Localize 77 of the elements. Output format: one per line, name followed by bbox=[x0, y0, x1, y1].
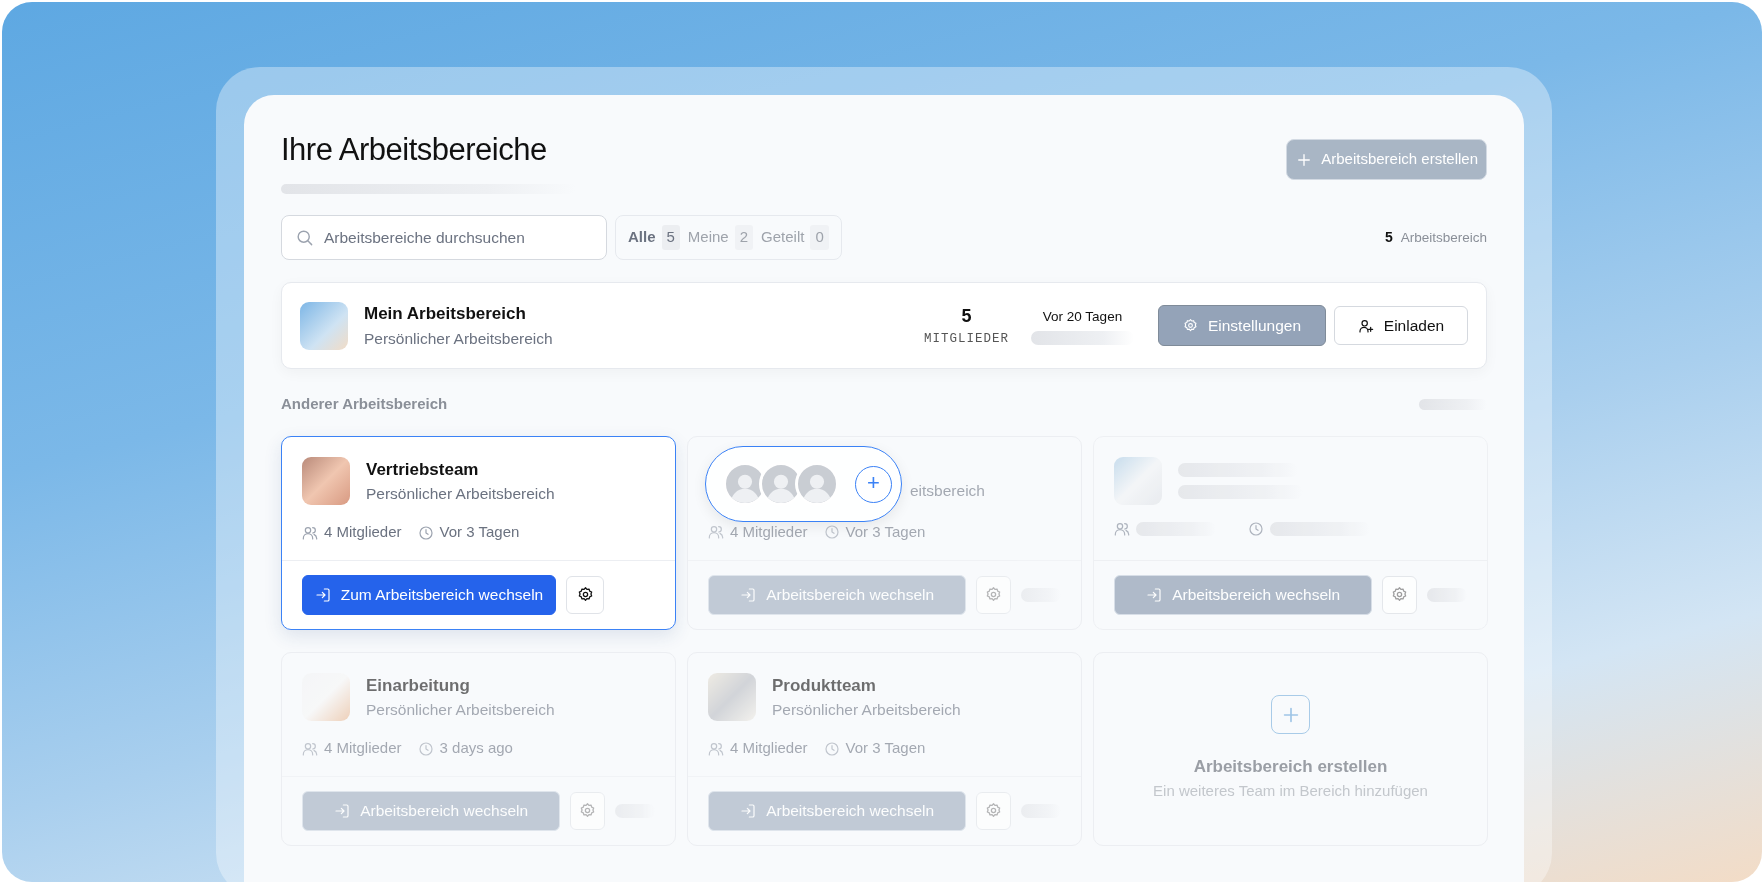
last-updated: 3 days ago bbox=[439, 738, 513, 759]
workspace-card[interactable]: Einarbeitung Persönlicher Arbeitsbereich 4 Mitglieder 3 days ago Arbeitsbereich wechseln bbox=[281, 651, 676, 846]
clock-icon bbox=[417, 524, 434, 541]
last-updated: Vor 20 Tagen bbox=[1042, 307, 1123, 326]
settings-icon bbox=[984, 586, 1002, 604]
switch-workspace-button[interactable]: Arbeitsbereich wechseln bbox=[708, 790, 967, 831]
tab-label: Alle bbox=[628, 227, 656, 248]
clock-icon bbox=[417, 740, 434, 757]
create-title: Arbeitsbereich erstellen bbox=[1193, 756, 1388, 779]
clock-icon bbox=[823, 523, 840, 540]
member-count: 5 bbox=[961, 304, 972, 328]
filter-tab[interactable]: Geteilt 0 bbox=[761, 225, 829, 250]
tab-label: Geteilt bbox=[761, 227, 805, 248]
clock-icon bbox=[823, 740, 840, 757]
enter-icon bbox=[740, 802, 757, 819]
add-member-button[interactable]: + bbox=[855, 465, 892, 503]
settings-button[interactable] bbox=[566, 575, 604, 614]
workspace-count-label: Arbeitsbereich bbox=[1400, 228, 1487, 247]
switch-workspace-button[interactable]: Arbeitsbereich wechseln bbox=[1114, 574, 1373, 615]
filter-tab[interactable]: Meine 2 bbox=[687, 225, 754, 250]
settings-icon bbox=[576, 586, 594, 604]
create-workspace-button[interactable]: Arbeitsbereich erstellen bbox=[1286, 139, 1487, 180]
settings-icon bbox=[578, 802, 596, 820]
section-title: Anderer Arbeitsbereich bbox=[281, 394, 448, 415]
enter-icon bbox=[314, 586, 331, 603]
settings-icon bbox=[1390, 586, 1408, 604]
clock-icon bbox=[1248, 520, 1264, 537]
workspace-title: Vertriebsteam bbox=[366, 458, 480, 481]
photo-placeholder bbox=[302, 673, 350, 722]
member-count: 4 Mitglieder bbox=[730, 521, 808, 542]
workspace-subtitle: Persönlicher Arbeitsbereich bbox=[366, 700, 555, 721]
last-updated: Vor 3 Tagen bbox=[845, 738, 926, 759]
workspace-subtitle: Persönlicher Arbeitsbereich bbox=[366, 484, 555, 505]
workspace-title: Einarbeitung bbox=[366, 674, 471, 697]
users-icon bbox=[1114, 520, 1130, 537]
page-title: Ihre Arbeitsbereiche bbox=[281, 131, 548, 169]
switch-workspace-button[interactable]: Arbeitsbereich wechseln bbox=[708, 574, 967, 615]
last-updated: Vor 3 Tagen bbox=[845, 521, 926, 542]
user-plus-icon bbox=[1357, 317, 1374, 334]
workspace-subtitle: eitsbereich bbox=[910, 480, 986, 501]
enter-icon bbox=[1146, 586, 1163, 603]
member-count: 4 Mitglieder bbox=[324, 738, 402, 759]
photo-placeholder bbox=[302, 457, 350, 506]
search-field[interactable]: Arbeitsbereiche durchsuchen bbox=[281, 215, 607, 261]
switch-workspace-button[interactable]: Zum Arbeitsbereich wechseln bbox=[302, 574, 556, 615]
member-count: 4 Mitglieder bbox=[730, 738, 808, 759]
workspace-title: Mein Arbeitsbereich bbox=[364, 303, 527, 326]
add-button[interactable] bbox=[1271, 695, 1310, 735]
users-icon bbox=[302, 524, 318, 541]
settings-button[interactable]: Einstellungen bbox=[1158, 305, 1326, 347]
users-icon bbox=[708, 740, 724, 757]
filter-tab[interactable]: Alle 5 bbox=[628, 225, 680, 250]
last-updated: Vor 3 Tagen bbox=[439, 522, 520, 543]
member-count: 4 Mitglieder bbox=[324, 522, 402, 543]
workspace-subtitle: Persönlicher Arbeitsbereich bbox=[364, 328, 553, 349]
workspace-card[interactable]: Arbeitsbereich wechseln bbox=[1093, 435, 1488, 630]
invite-button[interactable]: Einladen bbox=[1334, 306, 1468, 346]
photo-placeholder bbox=[708, 673, 756, 722]
enter-icon bbox=[334, 802, 351, 819]
settings-icon bbox=[984, 802, 1002, 820]
enter-icon bbox=[740, 586, 757, 603]
count-badge: 2 bbox=[734, 225, 754, 250]
tab-label: Meine bbox=[687, 227, 729, 248]
members-label: MITGLIEDER bbox=[924, 330, 1009, 348]
workspace-card[interactable]: Produktteam Persönlicher Arbeitsbereich 4 Mitglieder Vor 3 Tagen Arbeitsbereich wechseln bbox=[687, 651, 1082, 846]
users-icon bbox=[302, 740, 318, 757]
workspace-subtitle: Persönlicher Arbeitsbereich bbox=[772, 700, 961, 721]
photo-placeholder bbox=[300, 301, 348, 350]
workspace-card[interactable]: Vertriebsteam Persönlicher Arbeitsbereich 4 Mitglieder Vor 3 Tagen Zum Arbeitsbereich wechseln bbox=[281, 435, 676, 630]
gear-icon bbox=[1182, 318, 1198, 334]
count-badge: 0 bbox=[810, 225, 829, 250]
workspace-title: Produktteam bbox=[772, 674, 877, 697]
photo-placeholder bbox=[1114, 456, 1162, 505]
count-badge: 5 bbox=[661, 225, 680, 250]
switch-workspace-button[interactable]: Arbeitsbereich wechseln bbox=[302, 790, 561, 831]
users-icon bbox=[708, 523, 724, 540]
workspace-count: 5 bbox=[1384, 228, 1393, 248]
